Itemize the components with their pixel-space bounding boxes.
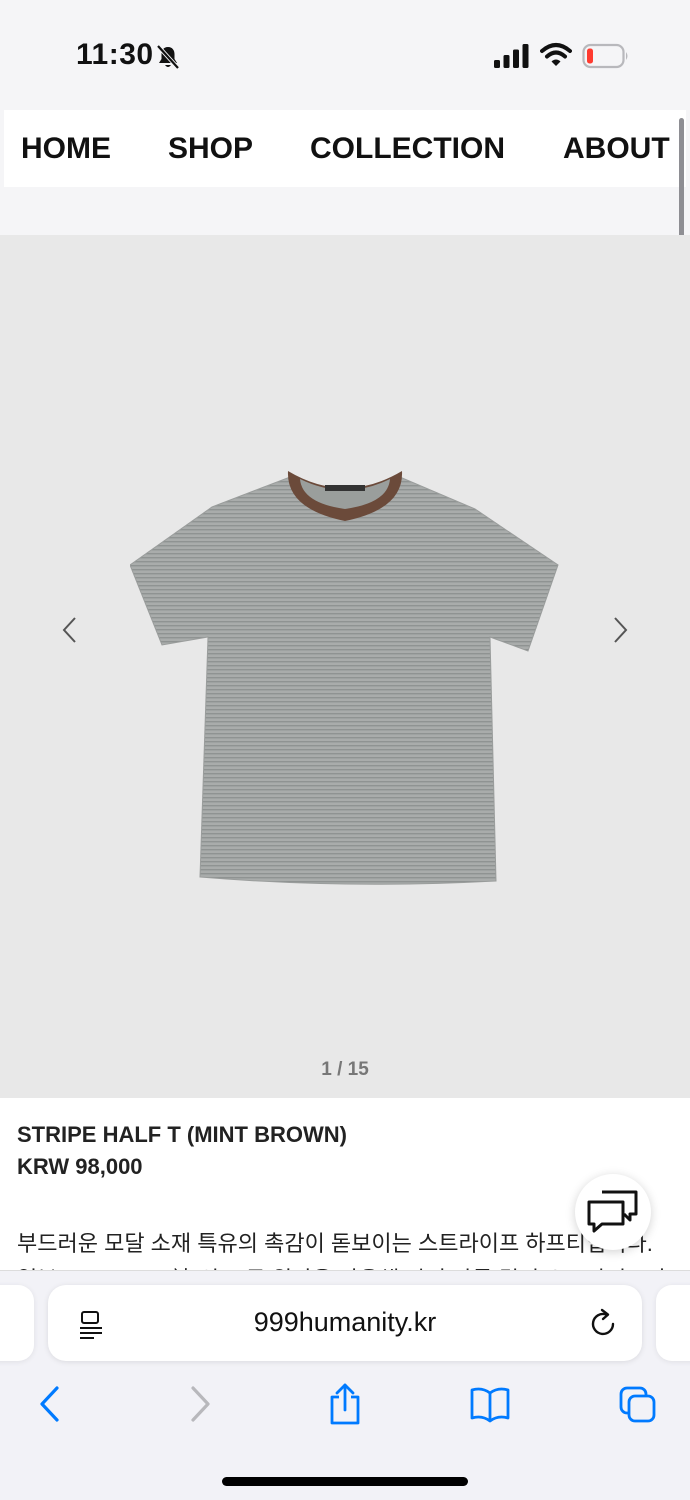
chat-button[interactable] — [575, 1174, 651, 1250]
nav-item-shop[interactable]: SHOP — [168, 132, 253, 166]
nav-item-about[interactable]: ABOUT — [563, 132, 670, 166]
previous-tab-preview[interactable] — [0, 1285, 34, 1361]
tabs-icon[interactable] — [618, 1383, 658, 1425]
nav-item-collection[interactable]: COLLECTION — [310, 132, 505, 166]
reload-icon[interactable] — [589, 1307, 619, 1339]
nav-item-home[interactable]: HOME — [21, 132, 111, 166]
browser-toolbar: 999humanity.kr — [0, 1270, 690, 1500]
gallery-prev-arrow[interactable] — [58, 615, 82, 645]
bookmarks-icon[interactable] — [470, 1383, 510, 1425]
status-time: 11:30 — [76, 38, 154, 71]
product-gallery: 1 / 15 — [0, 235, 690, 1098]
product-price: KRW 98,000 — [17, 1154, 143, 1179]
url-text: 999humanity.kr — [253, 1307, 437, 1337]
product-description: 부드러운 모달 소재 특유의 촉감이 돋보이는 스트라이프 하프티입니다. 일본… — [17, 1226, 667, 1270]
gallery-counter: 1 / 15 — [321, 1059, 369, 1080]
home-indicator[interactable] — [222, 1477, 468, 1486]
gallery-next-arrow[interactable] — [608, 615, 632, 645]
next-tab-preview[interactable] — [656, 1285, 690, 1361]
silent-mode-icon — [156, 44, 180, 70]
site-nav: HOME SHOP COLLECTION ABOUT — [4, 110, 686, 187]
status-bar: 11:30 — [0, 0, 690, 110]
wifi-icon — [540, 43, 572, 66]
share-icon[interactable] — [325, 1383, 365, 1425]
product-image[interactable] — [130, 469, 560, 889]
cellular-signal-icon — [494, 44, 529, 68]
chat-bubbles-icon — [587, 1190, 638, 1233]
description-line: 부드러운 모달 소재 특유의 촉감이 돋보이는 스트라이프 하프티입니다. — [17, 1231, 653, 1256]
address-bar[interactable]: 999humanity.kr — [48, 1285, 642, 1361]
forward-icon[interactable] — [180, 1383, 220, 1425]
battery-icon — [582, 43, 628, 69]
product-name: STRIPE HALF T (MINT BROWN) — [17, 1122, 347, 1147]
description-line: 일본 TAKISADA社 의 고급 원단을 사용해 각기 다른 컬러 스트라이프… — [17, 1262, 667, 1270]
back-icon[interactable] — [30, 1383, 70, 1425]
